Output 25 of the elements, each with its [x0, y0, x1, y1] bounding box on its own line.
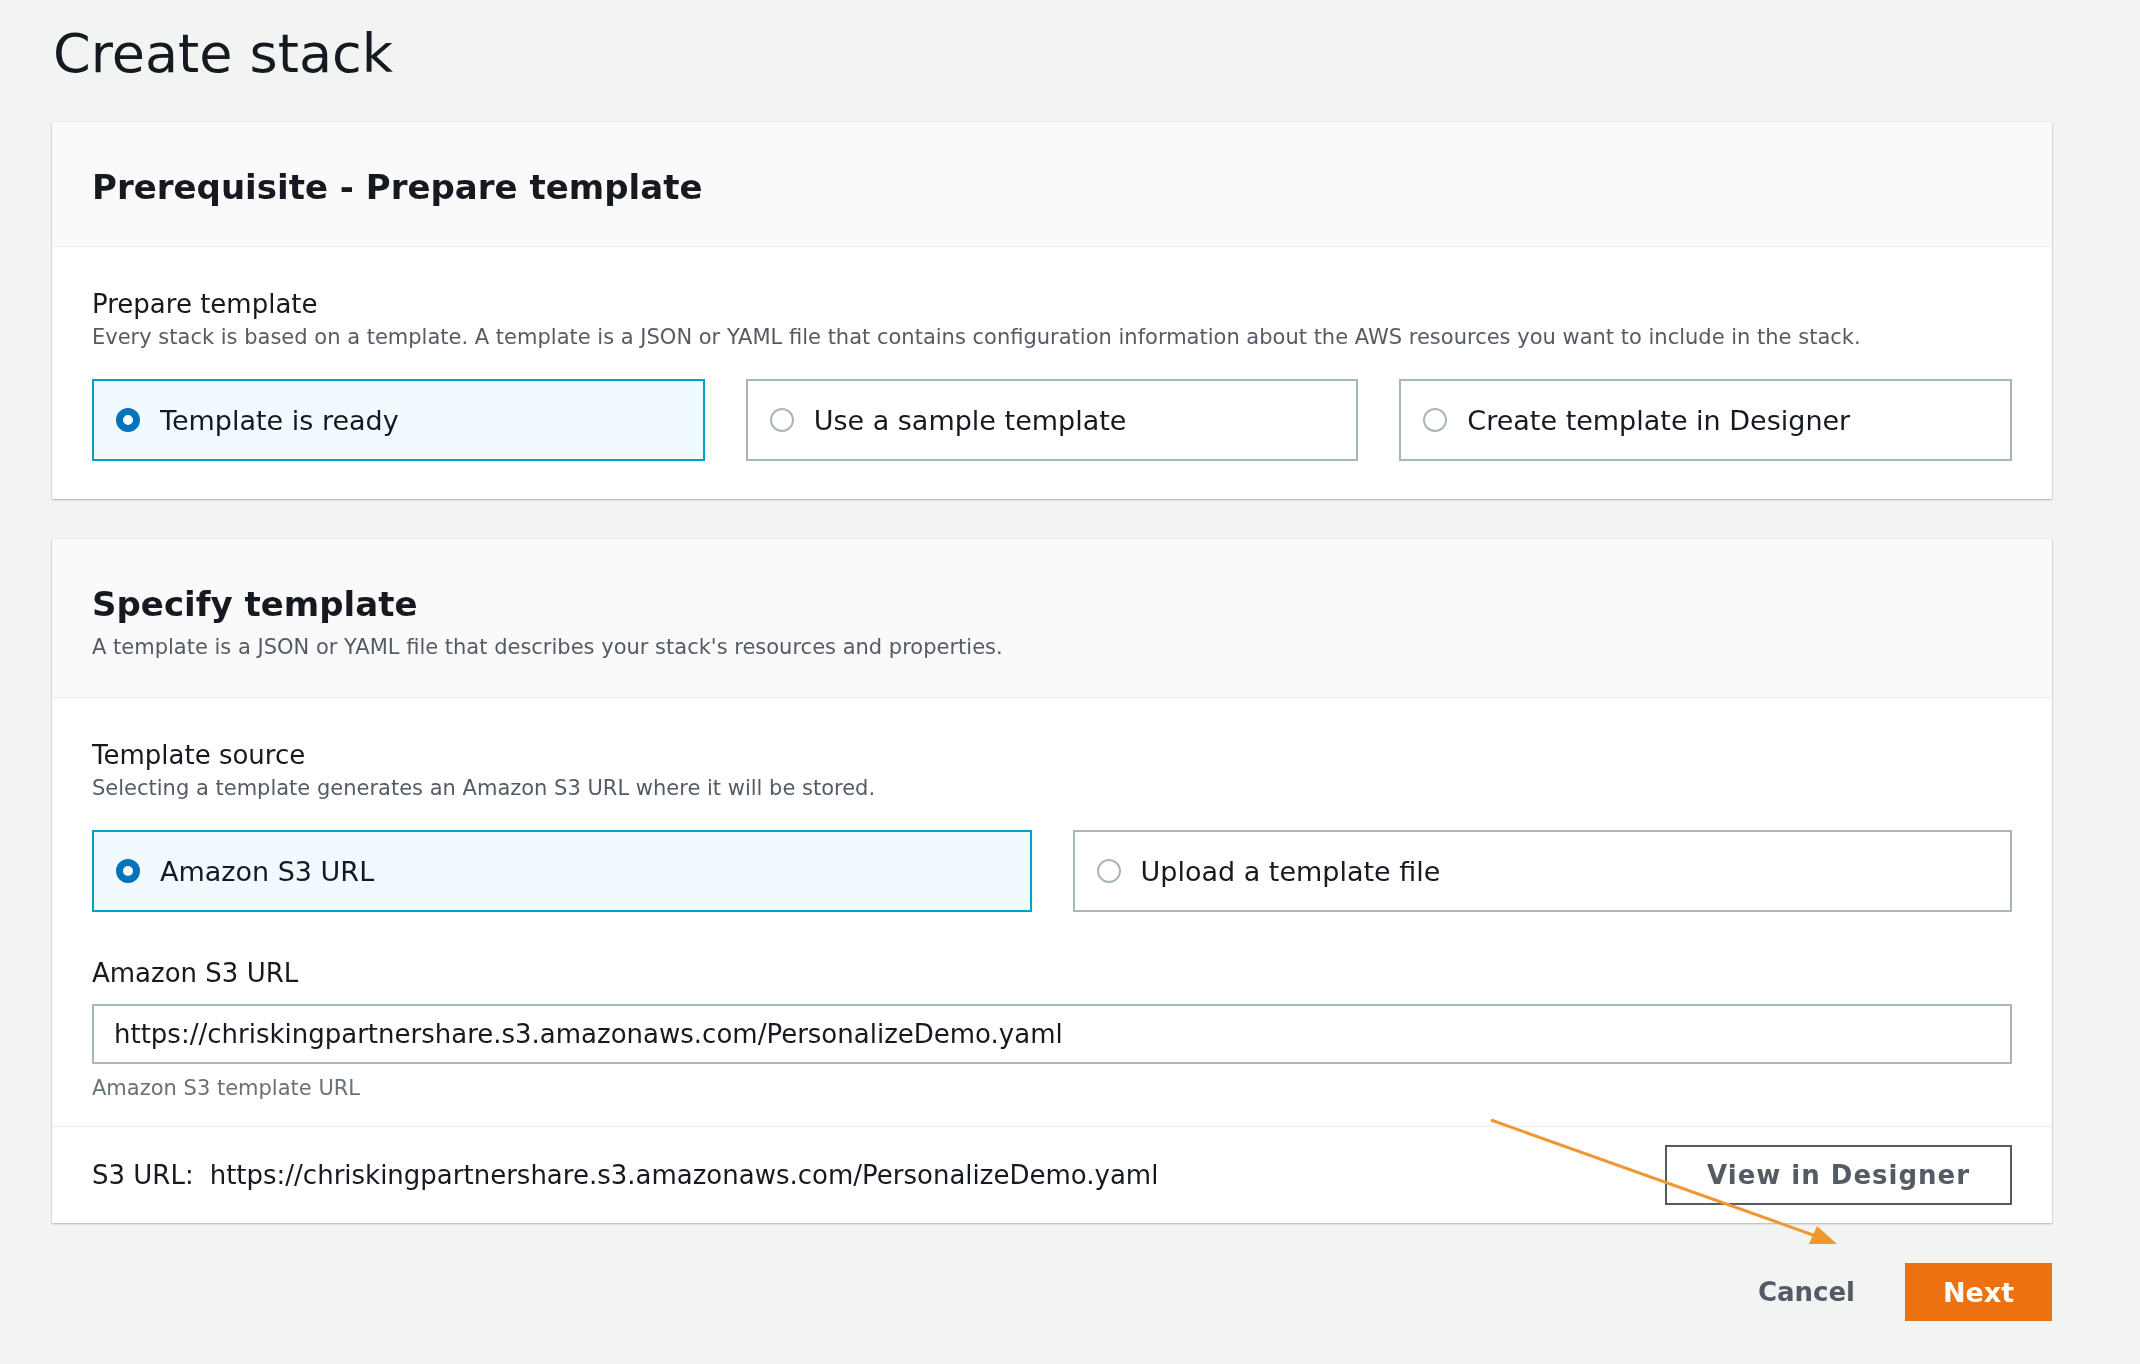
radio-option[interactable]: Upload a template file — [1072, 830, 2012, 912]
field-hint: Amazon S3 template URL — [92, 1076, 362, 1100]
field-label: Template source — [92, 739, 307, 772]
url-text: https://chriskingpartnershare.s3.amazonaws.com/PersonalizeDemo.yaml — [209, 1160, 1159, 1190]
radio-option[interactable]: Use a sample template — [745, 379, 1359, 461]
cancel-button[interactable]: Cancel — [1751, 1276, 1861, 1308]
field-description: Every stack is based on a template. A template is a JSON or YAML file that contains configuration information about the AWS resources you want to include in the stack. — [92, 324, 1862, 351]
radio-option[interactable]: Create template in Designer — [1399, 379, 2012, 461]
section-description: A template is a JSON or YAML file that describes your stack's resources and properties. — [92, 634, 1004, 661]
page-title: Create stack — [53, 21, 394, 87]
url-label: S3 URL: — [92, 1160, 194, 1190]
view-in-designer-button[interactable]: View in Designer — [1665, 1145, 2012, 1205]
option-label: Upload a template file — [1140, 855, 1441, 887]
field-label: Amazon S3 URL — [92, 957, 300, 990]
option-label: Use a sample template — [813, 404, 1127, 436]
option-label: Create template in Designer — [1467, 404, 1851, 436]
url-input-field[interactable]: https://chriskingpartnershare.s3.amazonaws.com/PersonalizeDemo.yaml — [92, 1004, 2012, 1064]
radio-option[interactable]: Amazon S3 URL — [92, 830, 1032, 912]
field-description: Selecting a template generates an Amazon S3 URL where it will be stored. — [92, 775, 877, 802]
field-label: Prepare template — [92, 288, 319, 321]
option-label: Template is ready — [160, 404, 399, 436]
option-label: Amazon S3 URL — [160, 855, 375, 887]
section-title: Specify template — [92, 583, 419, 626]
radio-option[interactable]: Template is ready — [92, 379, 705, 461]
section-title: Prerequisite - Prepare template — [92, 166, 704, 209]
